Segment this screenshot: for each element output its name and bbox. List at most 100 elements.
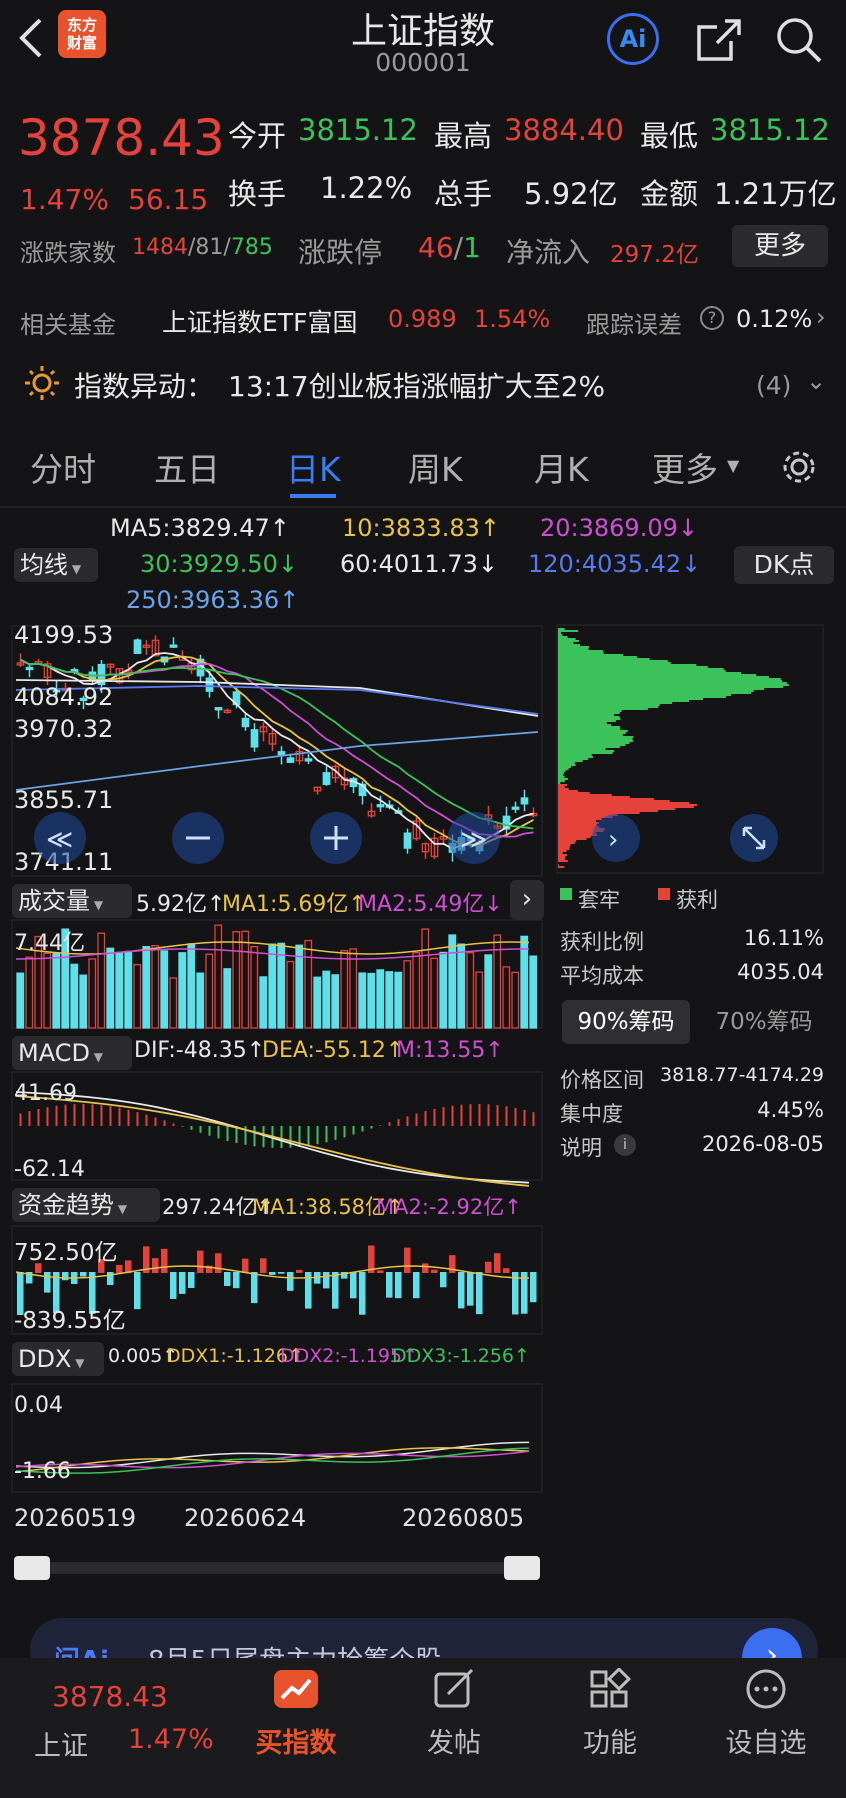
tab-five-day[interactable]: 五日: [154, 443, 220, 491]
chip-70-button[interactable]: 70%筹码: [700, 1000, 828, 1044]
fund-bar: [80, 1272, 87, 1277]
volume-selector[interactable]: 成交量 ▼: [12, 884, 132, 918]
volume-bar: [169, 977, 178, 1029]
scroll-right-button[interactable]: ≫: [448, 812, 500, 864]
chip-90-button[interactable]: 90%筹码: [562, 1000, 690, 1044]
buy-index-button[interactable]: 买指数: [246, 1668, 346, 1760]
volume-bar: [178, 952, 187, 1029]
volume-bar: [484, 954, 493, 1029]
zoom-out-button[interactable]: [172, 812, 224, 864]
chip-bar-trapped: [558, 686, 784, 688]
add-watchlist-button[interactable]: 设自选: [716, 1668, 816, 1760]
divider: [0, 506, 846, 508]
volume-bar: [394, 971, 403, 1029]
share-icon[interactable]: [695, 17, 743, 63]
chart-area[interactable]: 4199.53 4084.92 3970.32 3855.71 3741.11 …: [0, 620, 548, 1600]
chip-bar-trapped: [558, 718, 621, 720]
fund-bar: [404, 1247, 411, 1273]
avg-cost-value: 4035.04: [737, 960, 824, 984]
post-button[interactable]: 发帖: [404, 1668, 504, 1760]
ai-button[interactable]: Ai: [607, 13, 659, 65]
chip-bar-profit: [558, 788, 569, 790]
open-value: 3815.12: [298, 113, 418, 147]
netflow-label: 净流入: [506, 236, 591, 269]
range-handle-right[interactable]: [504, 1556, 540, 1580]
tab-weekly-k[interactable]: 周K: [408, 443, 463, 491]
volume-ma2: MA2:5.49亿↓: [358, 892, 503, 917]
chip-bar-trapped: [558, 690, 754, 692]
profit-ratio-label: 获利比例: [560, 930, 644, 954]
functions-button[interactable]: 功能: [560, 1666, 660, 1760]
track-value: 0.12%: [736, 305, 813, 333]
fund-bar: [476, 1272, 483, 1315]
gear-icon[interactable]: [778, 446, 820, 488]
scroll-left-button[interactable]: ≪: [34, 812, 86, 864]
chip-bar-trapped: [558, 728, 621, 730]
zoom-in-button[interactable]: [310, 812, 362, 864]
ddx-lines: [15, 1441, 530, 1474]
chip-bar-trapped: [558, 700, 690, 702]
tab-intraday[interactable]: 分时: [30, 443, 96, 491]
volume-bar: [43, 952, 52, 1029]
chip-bar-trapped: [558, 750, 615, 752]
chip-expand-button[interactable]: [730, 814, 778, 862]
search-icon[interactable]: [774, 15, 824, 65]
chevron-down-icon[interactable]: ⌄: [806, 367, 826, 395]
more-button[interactable]: 更多: [732, 225, 828, 267]
macd-selector[interactable]: MACD ▼: [12, 1036, 132, 1070]
volume-ma1: MA1:5.69亿↑: [222, 892, 367, 917]
fund-name[interactable]: 上证指数ETF富国: [162, 303, 357, 339]
dropdown-caret-icon: ▼: [727, 456, 740, 475]
candle: [511, 806, 520, 810]
chip-bar-trapped: [558, 636, 568, 638]
chip-bar-trapped: [558, 692, 752, 694]
chip-bar-profit: [558, 790, 578, 792]
last-price: 3878.43: [18, 109, 225, 167]
tab-more[interactable]: 更多: [652, 443, 718, 491]
panel-expand-button[interactable]: ›: [510, 880, 544, 920]
info-icon[interactable]: i: [614, 1134, 636, 1156]
volume-bar: [205, 953, 214, 1029]
dk-point-button[interactable]: DK点: [734, 546, 834, 584]
ma20-value: 20:3869.09↓: [540, 514, 698, 542]
candle: [304, 758, 313, 762]
volume-bar: [304, 939, 313, 1029]
chip-bar-trapped: [558, 734, 623, 736]
ma-selector[interactable]: 均线 ▼: [14, 548, 98, 582]
fund-bar: [287, 1272, 294, 1291]
volume-bar: [439, 951, 448, 1029]
alert-label: 指数异动：: [74, 370, 215, 403]
chip-bar-profit: [558, 854, 568, 856]
chip-bar-trapped: [558, 724, 612, 726]
volume-bar: [331, 974, 340, 1029]
ma250-value: 250:3963.36↑: [126, 586, 300, 614]
chip-bar-trapped: [558, 776, 565, 778]
chip-bar-trapped: [558, 720, 616, 722]
nav-index-name[interactable]: 上证: [34, 1724, 88, 1763]
chip-bar-profit: [558, 848, 570, 850]
chip-distribution-chart: ›: [556, 624, 824, 874]
chip-bar-profit: [558, 826, 600, 828]
tab-daily-k[interactable]: 日K: [286, 443, 341, 491]
legend-trapped: 套牢: [578, 888, 620, 912]
chip-bar-profit: [558, 850, 567, 852]
chip-bar-trapped: [558, 752, 613, 754]
netflow-value: 297.2亿: [610, 242, 699, 268]
tab-monthly-k[interactable]: 月K: [534, 443, 589, 491]
chip-prev-button[interactable]: ›: [592, 814, 640, 862]
help-icon[interactable]: ?: [700, 306, 724, 330]
ddx3-value: DDX3:-1.256↑: [392, 1345, 530, 1367]
fund-selector[interactable]: 资金趋势 ▼: [12, 1188, 160, 1222]
chevron-right-icon: ›: [816, 303, 826, 331]
chip-bar-profit: [558, 798, 654, 800]
fund-bar: [233, 1272, 240, 1289]
alert-text[interactable]: 13:17创业板指涨幅扩大至2%: [228, 365, 605, 405]
fund-price: 0.989: [388, 305, 457, 333]
macd-axis-top: 41.69: [14, 1081, 77, 1106]
volume-bar: [358, 972, 367, 1029]
chip-bar-trapped: [558, 774, 564, 776]
chip-bar-profit: [558, 860, 568, 862]
ddx-selector[interactable]: DDX ▼: [12, 1342, 104, 1376]
range-handle-left[interactable]: [14, 1556, 50, 1580]
candle: [214, 707, 223, 711]
